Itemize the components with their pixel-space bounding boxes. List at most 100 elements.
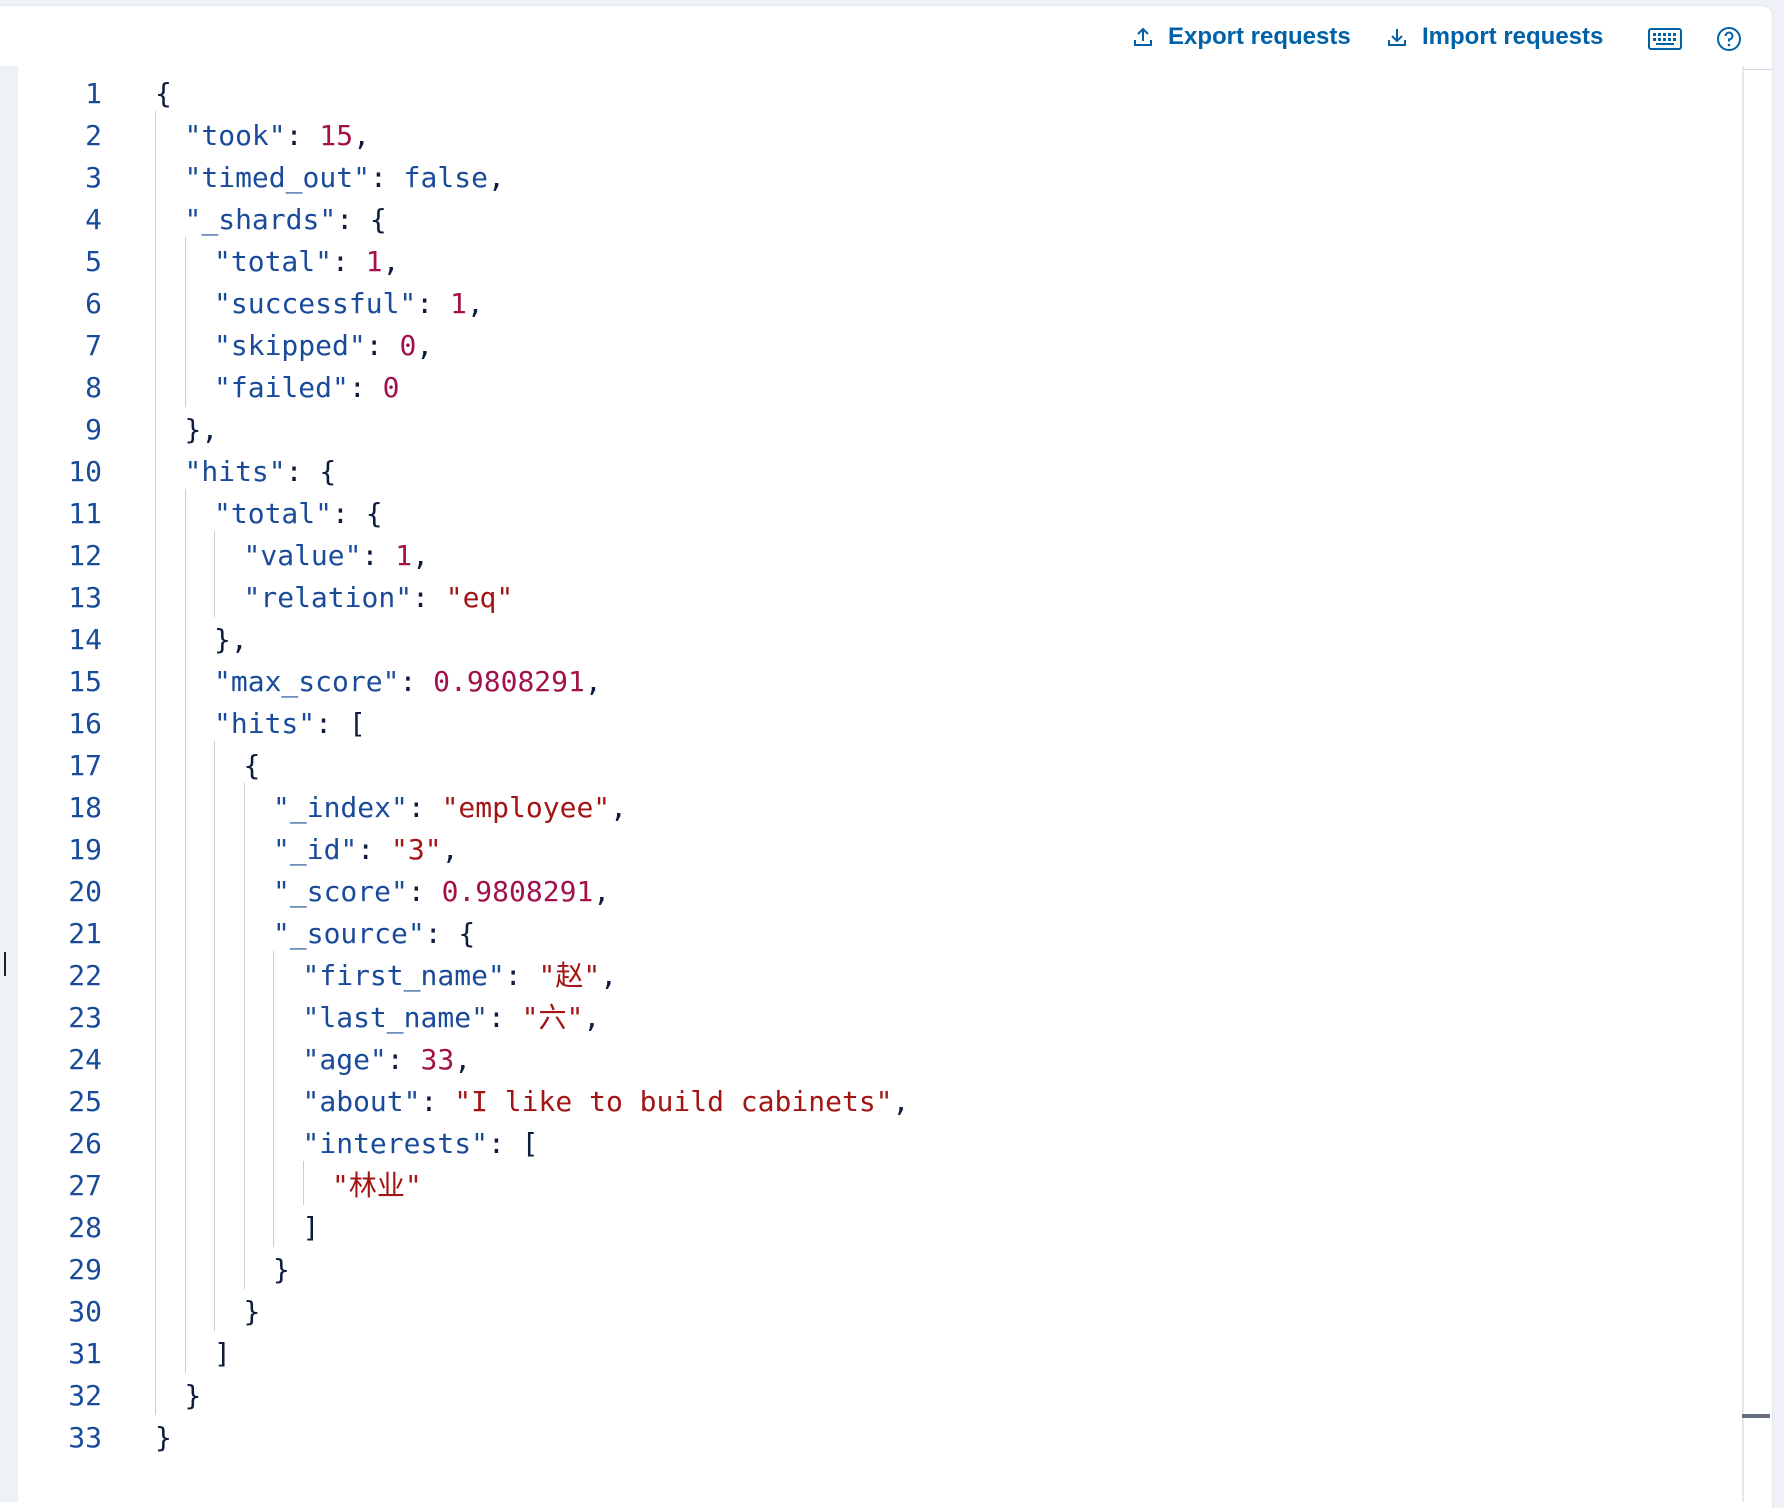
left-gutter-strip <box>0 66 18 1502</box>
line-number: 9 <box>85 413 102 446</box>
token-punc: : <box>420 1085 455 1118</box>
indent-guide <box>214 531 215 617</box>
token-punc: : [ <box>315 707 366 740</box>
token-str: "3" <box>391 833 442 866</box>
code-line: 33} <box>18 1417 1718 1459</box>
token-key: "_score" <box>273 875 408 908</box>
token-str: "六" <box>521 1001 584 1034</box>
token-key: "_index" <box>273 791 408 824</box>
token-key: "hits" <box>214 707 316 740</box>
code-line: 11 "total": { <box>18 493 1718 535</box>
line-number: 11 <box>68 497 102 530</box>
line-number: 19 <box>68 833 102 866</box>
code-text: "timed_out": false, <box>185 157 505 199</box>
import-requests-button[interactable]: Import requests <box>1386 20 1603 54</box>
token-key: "_source" <box>273 917 425 950</box>
token-punc: } <box>184 1379 202 1412</box>
line-number: 16 <box>68 707 102 740</box>
token-key: "interests" <box>302 1127 488 1160</box>
token-key: "age" <box>302 1043 387 1076</box>
line-number: 22 <box>68 959 102 992</box>
code-line: 6 "successful": 1, <box>18 283 1718 325</box>
token-punc: : [ <box>487 1127 539 1160</box>
token-punc: : { <box>285 455 337 488</box>
code-text: "about": "I like to build cabinets", <box>303 1081 910 1123</box>
token-punc: : <box>399 665 434 698</box>
token-punc: }, <box>184 413 219 446</box>
token-punc: , <box>487 161 505 194</box>
token-num: 15 <box>319 119 354 152</box>
code-text: "_source": { <box>273 913 475 955</box>
code-text: "age": 33, <box>303 1039 472 1081</box>
token-key: "failed" <box>214 371 349 404</box>
token-punc: , <box>583 1001 601 1034</box>
code-line: 15 "max_score": 0.9808291, <box>18 661 1718 703</box>
token-num: 33 <box>420 1043 455 1076</box>
token-punc: : <box>369 161 404 194</box>
token-punc: }, <box>214 623 248 656</box>
code-text: }, <box>185 409 219 451</box>
token-punc: } <box>273 1253 290 1286</box>
token-punc: , <box>892 1085 910 1118</box>
code-text: "relation": "eq" <box>244 577 514 619</box>
code-line: 2 "took": 15, <box>18 115 1718 157</box>
export-requests-button[interactable]: Export requests <box>1132 20 1351 54</box>
line-number: 18 <box>68 791 102 824</box>
indent-guide <box>184 237 186 407</box>
help-button[interactable] <box>1712 24 1746 54</box>
code-line: 18 "_index": "employee", <box>18 787 1718 829</box>
code-line: 29} <box>18 1249 1718 1291</box>
token-key: "timed_out" <box>184 161 370 194</box>
response-editor[interactable]: 1{2 "took": 15, 3 "timed_out": false, 4 "_sha… <box>18 66 1744 1502</box>
code-line: 19 "_id": "3", <box>18 829 1718 871</box>
code-text: "_id": "3", <box>273 829 458 871</box>
token-str: "eq" <box>445 581 514 614</box>
line-number: 30 <box>68 1295 102 1328</box>
code-line: 8 "failed": 0 <box>18 367 1718 409</box>
token-key: "took" <box>184 119 286 152</box>
upload-icon <box>1134 27 1152 46</box>
token-punc: : <box>332 245 366 278</box>
code-text: "林业" <box>332 1165 422 1207</box>
token-num: 0 <box>399 329 417 362</box>
code-text: "hits": [ <box>214 703 366 745</box>
toolbar: Export requests Import requests <box>0 6 1772 70</box>
resize-cursor-mark <box>4 952 6 976</box>
line-number: 26 <box>68 1127 102 1160</box>
code-line: 20 "_score": 0.9808291, <box>18 871 1718 913</box>
line-number: 29 <box>68 1253 102 1286</box>
line-number: 10 <box>68 455 102 488</box>
keyboard-icon <box>1648 28 1682 50</box>
scrollbar-thumb[interactable] <box>1742 1414 1770 1418</box>
line-number: 5 <box>85 245 102 278</box>
code-text: } <box>155 1417 172 1459</box>
code-line: 32} <box>18 1375 1718 1417</box>
code-line: 10 "hits": { <box>18 451 1718 493</box>
token-punc: : <box>285 119 320 152</box>
token-num: 0.9808291 <box>433 665 585 698</box>
indent-guide <box>155 111 156 1415</box>
code-text: }, <box>214 619 248 661</box>
line-number: 17 <box>68 749 102 782</box>
line-number: 15 <box>68 665 102 698</box>
line-number: 2 <box>85 119 102 152</box>
code-text: ] <box>303 1207 320 1249</box>
token-key: "hits" <box>184 455 286 488</box>
line-number: 24 <box>68 1043 102 1076</box>
line-number: 12 <box>68 539 102 572</box>
help-icon <box>1717 27 1741 51</box>
token-punc: } <box>243 1295 261 1328</box>
code-text: "skipped": 0, <box>214 325 433 367</box>
code-text: "_score": 0.9808291, <box>273 871 610 913</box>
token-key: "skipped" <box>214 329 366 362</box>
code-text: "interests": [ <box>303 1123 539 1165</box>
code-text: "hits": { <box>185 451 337 493</box>
code-text: { <box>155 73 172 115</box>
token-punc: : <box>348 371 383 404</box>
token-punc: , <box>466 287 484 320</box>
line-number: 20 <box>68 875 102 908</box>
line-number: 27 <box>68 1169 102 1202</box>
keyboard-shortcuts-button[interactable] <box>1648 24 1682 54</box>
code-line: 3 "timed_out": false, <box>18 157 1718 199</box>
code-line: 16 "hits": [ <box>18 703 1718 745</box>
